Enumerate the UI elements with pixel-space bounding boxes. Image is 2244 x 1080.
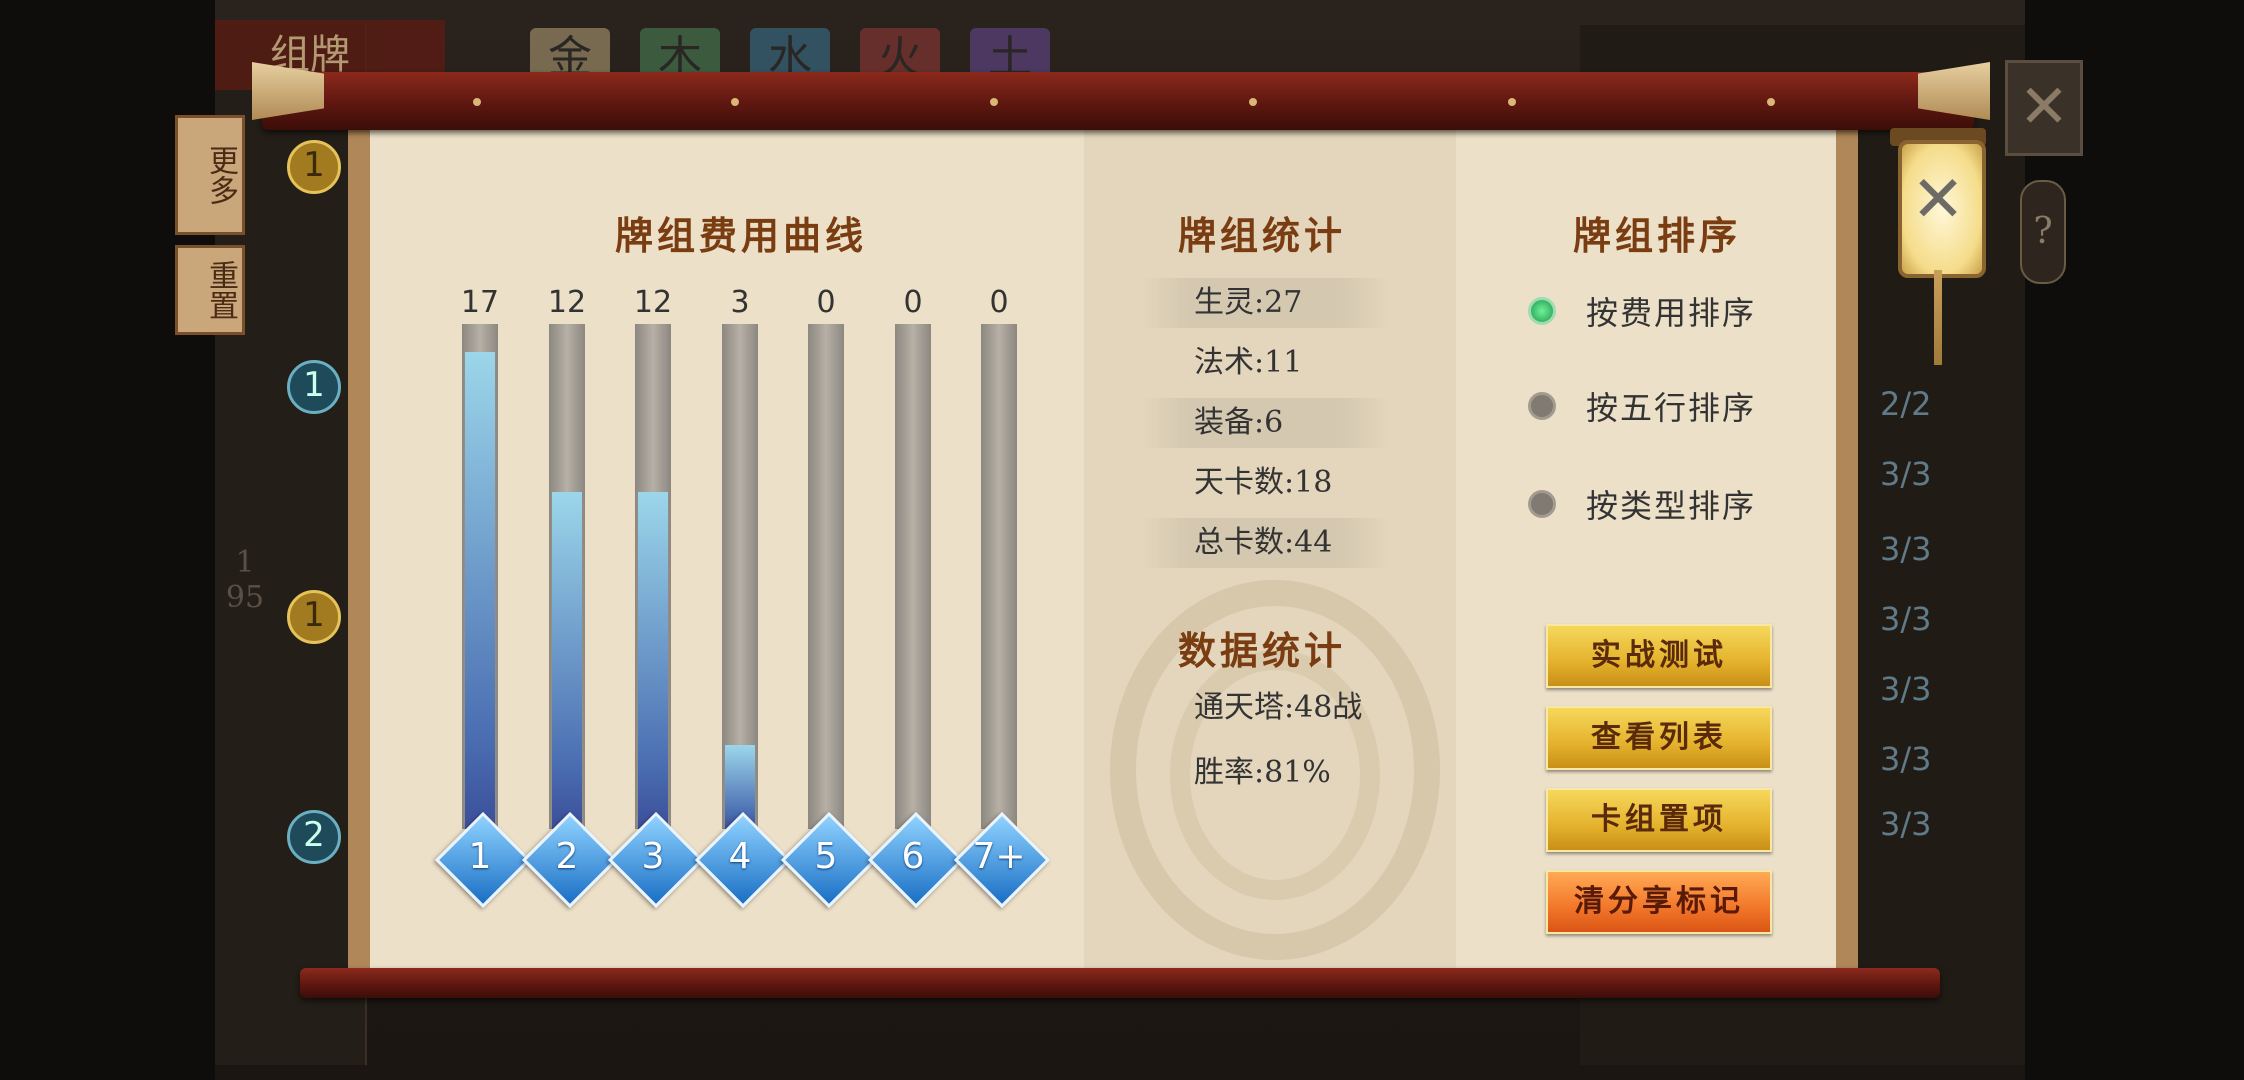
bar-track bbox=[981, 324, 1017, 829]
bar-track bbox=[462, 324, 498, 829]
bar-track bbox=[635, 324, 671, 829]
data-stats-title: 数据统计 bbox=[1178, 628, 1347, 673]
bar-count-label: 12 bbox=[633, 285, 673, 320]
battle-test-button[interactable]: 实战测试 bbox=[1546, 624, 1772, 688]
stat-legendary-count: 天卡数:18 bbox=[1194, 465, 1333, 500]
card-cost-badge: 1 bbox=[287, 360, 341, 414]
cost-label: 1 bbox=[468, 836, 492, 877]
rod-stud bbox=[1767, 98, 1775, 106]
bar-fill bbox=[465, 352, 495, 829]
cost-label: 3 bbox=[641, 836, 665, 877]
page-indicator: 1 95 bbox=[225, 545, 265, 615]
page-total: 95 bbox=[225, 580, 265, 615]
bar-count-label: 0 bbox=[989, 285, 1009, 320]
stat-total-cards: 总卡数:44 bbox=[1140, 518, 1390, 568]
sort-by-cost-radio[interactable] bbox=[1528, 297, 1556, 325]
rod-stud bbox=[1508, 98, 1516, 106]
rod-stud bbox=[473, 98, 481, 106]
rod-stud bbox=[990, 98, 998, 106]
sort-by-element-label[interactable]: 按五行排序 bbox=[1586, 383, 1756, 429]
help-icon[interactable]: ? bbox=[2020, 180, 2066, 284]
deck-stats-title: 牌组统计 bbox=[1178, 213, 1347, 258]
stat-equipment: 装备:6 bbox=[1140, 398, 1390, 448]
bar-track bbox=[808, 324, 844, 829]
card-count: 2/2 bbox=[1880, 385, 1932, 423]
cost-label: 5 bbox=[814, 836, 838, 877]
stat-creatures: 生灵:27 bbox=[1140, 278, 1390, 328]
bar-count-label: 12 bbox=[547, 285, 587, 320]
clear-share-mark-button[interactable]: 清分享标记 bbox=[1546, 870, 1772, 934]
pin-deck-button[interactable]: 卡组置项 bbox=[1546, 788, 1772, 852]
bar-count-label: 0 bbox=[816, 285, 836, 320]
reset-button[interactable]: 重置 bbox=[175, 245, 245, 335]
cost-label: 2 bbox=[555, 836, 579, 877]
card-count: 3/3 bbox=[1880, 670, 1932, 708]
stat-spells: 法术:11 bbox=[1194, 345, 1303, 380]
page-current: 1 bbox=[235, 545, 255, 580]
bar-track bbox=[549, 324, 585, 829]
sort-by-type-label[interactable]: 按类型排序 bbox=[1586, 481, 1756, 527]
rod-stud bbox=[731, 98, 739, 106]
sort-by-element-radio[interactable] bbox=[1528, 392, 1556, 420]
sort-by-type-radio[interactable] bbox=[1528, 490, 1556, 518]
bar-count-label: 17 bbox=[460, 285, 500, 320]
card-count: 3/3 bbox=[1880, 740, 1932, 778]
cost-curve-title: 牌组费用曲线 bbox=[615, 213, 868, 258]
view-list-button[interactable]: 查看列表 bbox=[1546, 706, 1772, 770]
bar-fill bbox=[638, 492, 668, 829]
bar-fill bbox=[552, 492, 582, 829]
more-button[interactable]: 更多 bbox=[175, 115, 245, 235]
card-cost-badge: 2 bbox=[287, 810, 341, 864]
card-count: 3/3 bbox=[1880, 805, 1932, 843]
close-icon[interactable]: ✕ bbox=[1898, 160, 1978, 240]
bar-track bbox=[895, 324, 931, 829]
stat-win-rate: 胜率:81% bbox=[1194, 755, 1331, 790]
cost-label: 4 bbox=[728, 836, 752, 877]
bar-count-label: 0 bbox=[903, 285, 923, 320]
rod-stud bbox=[1249, 98, 1257, 106]
card-cost-badge: 1 bbox=[287, 590, 341, 644]
card-cost-badge: 1 bbox=[287, 140, 341, 194]
bar-track bbox=[722, 324, 758, 829]
background-close-icon[interactable]: ✕ bbox=[2005, 60, 2083, 156]
sort-by-cost-label[interactable]: 按费用排序 bbox=[1586, 288, 1756, 334]
bar-count-label: 3 bbox=[730, 285, 750, 320]
card-count: 3/3 bbox=[1880, 530, 1932, 568]
scroll-bottom-rod bbox=[300, 968, 1940, 998]
card-count: 3/3 bbox=[1880, 600, 1932, 638]
lantern-tassel bbox=[1934, 270, 1942, 365]
cost-label: 7+ bbox=[972, 836, 1026, 877]
cost-label: 6 bbox=[901, 836, 925, 877]
scroll-top-rod bbox=[262, 72, 1974, 130]
sort-title: 牌组排序 bbox=[1573, 213, 1742, 258]
stat-tower-battles: 通天塔:48战 bbox=[1194, 690, 1363, 725]
card-count: 3/3 bbox=[1880, 455, 1932, 493]
